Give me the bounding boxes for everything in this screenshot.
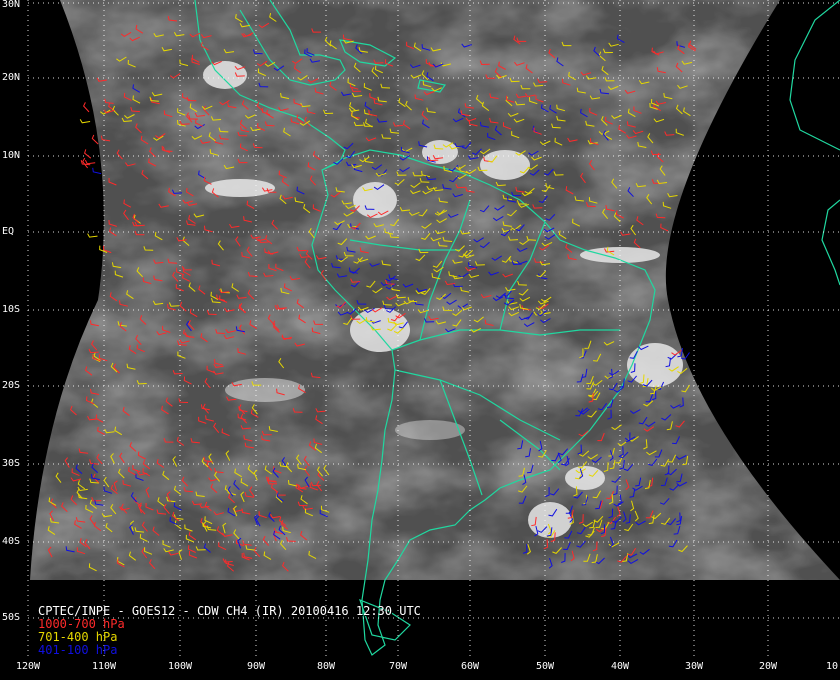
wind-barb xyxy=(84,149,92,159)
lat-label: 20S xyxy=(2,380,21,391)
wind-barb xyxy=(79,119,91,124)
lat-label: 20N xyxy=(2,72,21,83)
lat-label: 30N xyxy=(2,0,21,10)
wind-barb xyxy=(82,102,90,113)
map-caption: CPTEC/INPE - GOES12 - CDW CH4 (IR) 20100… xyxy=(38,605,421,657)
lon-label: 50W xyxy=(535,661,555,672)
legend-high-level: 401-100 hPa xyxy=(38,643,118,657)
lon-label: 20W xyxy=(758,661,778,672)
lat-label: 40S xyxy=(2,536,21,547)
satellite-image-area xyxy=(30,0,840,580)
lon-label: 100W xyxy=(167,661,193,672)
lon-label: 120W xyxy=(15,661,41,672)
satellite-image-canvas xyxy=(27,0,840,660)
lon-label: 110W xyxy=(91,661,117,672)
lat-label: 10N xyxy=(2,150,21,161)
lat-label: 30S xyxy=(2,458,21,469)
lon-label: 90W xyxy=(246,661,266,672)
lon-label: 70W xyxy=(388,661,408,672)
lon-label: 10 xyxy=(825,661,838,672)
lon-label: 60W xyxy=(460,661,480,672)
wind-barb xyxy=(84,159,96,165)
lon-label: 40W xyxy=(610,661,630,672)
lon-label: 80W xyxy=(316,661,336,672)
wind-barb xyxy=(92,167,102,175)
lon-label: 30W xyxy=(684,661,704,672)
wind-barb xyxy=(91,134,99,145)
lat-label: 50S xyxy=(2,612,21,623)
wind-barb xyxy=(87,233,98,238)
lat-label: EQ xyxy=(2,226,15,237)
satellite-map-view: 30N 20N 10N EQ 10S 20S 30S 40S 50S 120W … xyxy=(0,0,840,680)
lat-label: 10S xyxy=(2,304,21,315)
